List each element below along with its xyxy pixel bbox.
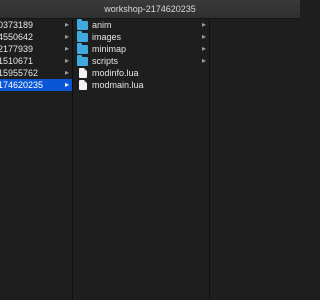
item-label: 74550642	[0, 32, 34, 42]
window-title: workshop-2174620235	[104, 4, 196, 14]
title-bar: workshop-2174620235	[0, 0, 300, 19]
document-icon	[79, 80, 87, 90]
folder-icon	[77, 30, 88, 42]
chevron-right-icon: ▸	[64, 56, 69, 65]
list-item-folder[interactable]: scripts ▸	[73, 54, 209, 67]
chevron-right-icon: ▸	[201, 44, 206, 53]
column-workshop-ids[interactable]: 70373189▸ 74550642▸ 82177939▸ 21510671▸ …	[0, 19, 73, 300]
item-label: 2174620235	[0, 80, 44, 90]
chevron-right-icon: ▸	[64, 32, 69, 41]
column-preview[interactable]	[210, 19, 300, 300]
list-item-folder[interactable]: minimap ▸	[73, 42, 209, 55]
chevron-right-icon: ▸	[64, 80, 69, 89]
list-item[interactable]: 74550642 ▸	[0, 31, 72, 43]
chevron-right-icon: ▸	[64, 44, 69, 53]
list-item-folder[interactable]: images ▸	[73, 30, 209, 43]
column-browser: 70373189▸ 74550642▸ 82177939▸ 21510671▸ …	[0, 18, 300, 300]
item-label: scripts	[92, 56, 119, 66]
item-label: 82177939	[0, 44, 34, 54]
item-label: modinfo.lua	[92, 68, 139, 78]
column-mod-contents[interactable]: anim ▸ images ▸ minimap ▸ scripts ▸ modinfo.…	[73, 18, 210, 300]
chevron-right-icon: ▸	[64, 20, 69, 29]
item-label: 615955762	[0, 68, 39, 78]
item-label: images	[92, 32, 122, 42]
folder-icon	[77, 54, 88, 66]
list-item[interactable]: 21510671 ▸	[0, 55, 72, 67]
list-item[interactable]: 82177939 ▸	[0, 43, 72, 55]
item-label: minimap	[92, 44, 127, 54]
folder-icon	[77, 18, 88, 30]
list-item-file[interactable]: modmain.lua	[73, 79, 209, 91]
document-icon	[79, 68, 87, 78]
list-item-selected[interactable]: 2174620235 ▸	[0, 79, 72, 91]
folder-icon	[77, 42, 88, 54]
chevron-right-icon: ▸	[64, 68, 69, 77]
item-label: 70373189	[0, 20, 34, 30]
list-item[interactable]: 70373189 ▸	[0, 19, 72, 31]
list-item-file[interactable]: modinfo.lua	[73, 67, 209, 79]
item-label: anim	[92, 20, 112, 30]
list-item[interactable]: 615955762 ▸	[0, 67, 72, 79]
item-label: modmain.lua	[92, 80, 144, 90]
item-label: 21510671	[0, 56, 34, 66]
chevron-right-icon: ▸	[201, 20, 206, 29]
chevron-right-icon: ▸	[201, 32, 206, 41]
list-item-folder[interactable]: anim ▸	[73, 18, 209, 31]
chevron-right-icon: ▸	[201, 56, 206, 65]
